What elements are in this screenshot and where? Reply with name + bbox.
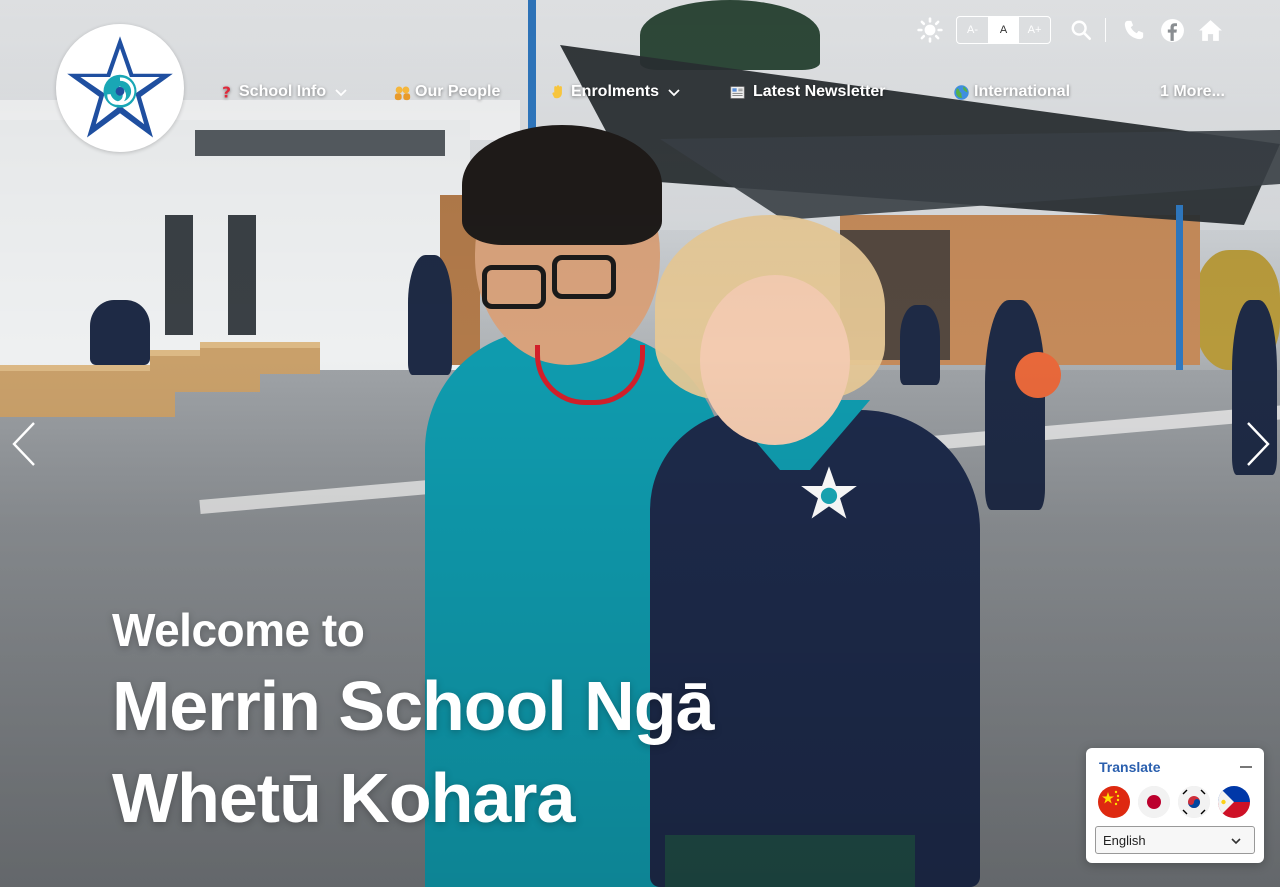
chevron-down-icon [1231,838,1241,845]
utility-divider [1105,18,1106,42]
font-increase-button[interactable]: A+ [1019,17,1050,43]
font-size-controls: A- A A+ [956,16,1051,44]
chevron-down-icon [668,89,680,97]
translate-title: Translate [1099,759,1161,775]
nav-item-label: School Info [239,83,327,100]
nav-item-label: International [974,83,1071,100]
china-flag-icon[interactable] [1098,786,1130,818]
nav-item-our-people[interactable]: Our People [394,78,500,106]
translate-widget: Translate English [1086,748,1264,863]
question-mark-emoji-icon: ? [222,84,231,101]
hero-headline: Welcome to Merrin School Ngā Whetū Kohar… [112,600,812,844]
home-icon[interactable] [1194,14,1226,46]
south-korea-flag-icon[interactable] [1178,786,1210,818]
chevron-left-icon[interactable] [10,420,40,468]
nav-item-enrolments[interactable]: Enrolments [550,78,681,106]
nav-item-label: Our People [415,83,501,100]
language-select-value: English [1103,832,1146,848]
waving-hand-emoji-icon [552,84,562,98]
philippines-flag-icon[interactable] [1218,786,1250,818]
chevron-right-icon[interactable] [1242,420,1272,468]
nav-item-label: 1 More... [1160,83,1225,100]
nav-item-school-info[interactable]: ? School Info [218,78,348,106]
phone-icon[interactable] [1118,14,1150,46]
hero-welcome-text: Welcome to [112,604,365,656]
nav-item-international[interactable]: International [953,78,1070,106]
nav-item-more[interactable]: 1 More... [1160,78,1225,106]
flag-list [1098,786,1258,818]
utility-bar: A- A A+ [914,14,1226,46]
hero-school-name-line1: Merrin School Ngā [112,667,714,745]
people-emoji-icon [394,86,411,100]
nav-item-label: Enrolments [571,83,660,100]
font-normal-button[interactable]: A [988,17,1019,43]
chevron-down-icon [335,89,347,97]
search-icon[interactable] [1065,14,1097,46]
language-select[interactable]: English [1095,826,1255,854]
globe-emoji-icon [954,84,969,100]
font-decrease-button[interactable]: A- [957,17,988,43]
newspaper-emoji-icon [730,85,745,99]
svg-text:?: ? [222,84,231,101]
minimize-icon[interactable] [1240,766,1252,768]
facebook-icon[interactable] [1156,14,1188,46]
nav-item-label: Latest Newsletter [753,83,886,100]
sun-icon[interactable] [914,14,946,46]
main-nav: ? School Info Our People Enrolments Late… [0,78,1280,106]
nav-item-latest-newsletter[interactable]: Latest Newsletter [729,78,886,106]
hero-school-name-line2: Whetū Kohara [112,759,575,837]
japan-flag-icon[interactable] [1138,786,1170,818]
